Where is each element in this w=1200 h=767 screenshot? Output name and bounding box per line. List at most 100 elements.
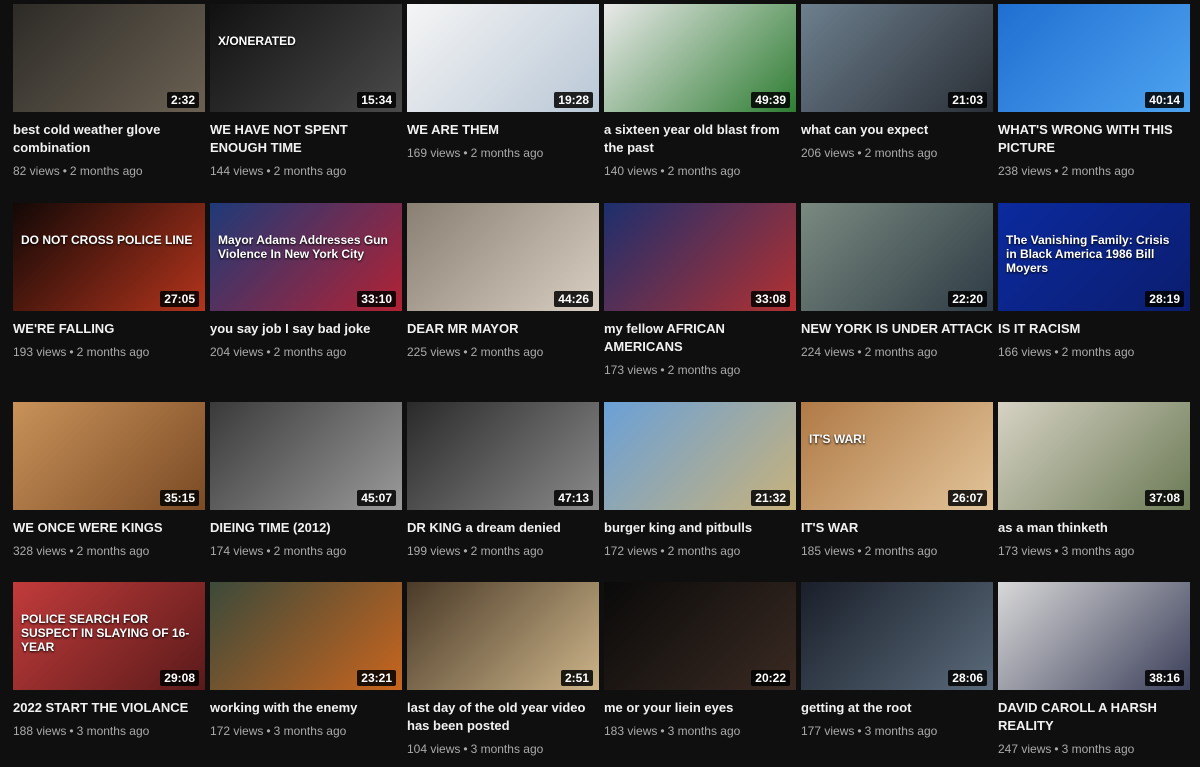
video-thumbnail[interactable]: 28:06 bbox=[801, 582, 993, 690]
video-title[interactable]: a sixteen year old blast from the past bbox=[604, 121, 796, 157]
video-card[interactable]: 49:39 a sixteen year old blast from the p… bbox=[604, 4, 796, 179]
upload-age: 2 months ago bbox=[470, 544, 544, 558]
video-meta: 144 views • 2 months ago bbox=[210, 163, 402, 179]
video-thumbnail[interactable]: 2:32 bbox=[13, 4, 205, 112]
video-title[interactable]: WE HAVE NOT SPENT ENOUGH TIME bbox=[210, 121, 402, 157]
video-thumbnail[interactable]: 23:21 bbox=[210, 582, 402, 690]
meta-separator: • bbox=[266, 164, 271, 178]
video-duration: 21:32 bbox=[751, 490, 790, 506]
video-title[interactable]: burger king and pitbulls bbox=[604, 519, 796, 537]
upload-age: 3 months ago bbox=[273, 724, 347, 738]
video-card[interactable]: 47:13 DR KING a dream denied 199 views • 2 m… bbox=[407, 402, 599, 559]
video-thumbnail[interactable]: 22:20 bbox=[801, 203, 993, 311]
video-card[interactable]: 23:21 working with the enemy 172 views • 3 m… bbox=[210, 582, 402, 739]
upload-age: 2 months ago bbox=[667, 164, 741, 178]
video-card[interactable]: POLICE SEARCH FOR SUSPECT IN SLAYING OF … bbox=[13, 582, 205, 739]
video-meta: 224 views • 2 months ago bbox=[801, 344, 993, 360]
video-title[interactable]: working with the enemy bbox=[210, 699, 402, 717]
video-card[interactable]: IT'S WAR! 26:07 IT'S WAR 185 views • 2 months… bbox=[801, 402, 993, 559]
video-thumbnail[interactable]: DO NOT CROSS POLICE LINE 27:05 bbox=[13, 203, 205, 311]
video-title[interactable]: me or your liein eyes bbox=[604, 699, 796, 717]
video-card[interactable]: 40:14 WHAT'S WRONG WITH THIS PICTURE 238 v… bbox=[998, 4, 1190, 179]
video-card[interactable]: X/ONERATED 15:34 WE HAVE NOT SPENT ENOUGH … bbox=[210, 4, 402, 179]
video-thumbnail[interactable]: 35:15 bbox=[13, 402, 205, 510]
video-thumbnail[interactable]: POLICE SEARCH FOR SUSPECT IN SLAYING OF … bbox=[13, 582, 205, 690]
video-title[interactable]: getting at the root bbox=[801, 699, 993, 717]
video-thumbnail[interactable]: 2:51 bbox=[407, 582, 599, 690]
video-title[interactable]: DEAR MR MAYOR bbox=[407, 320, 599, 338]
video-thumbnail[interactable]: X/ONERATED 15:34 bbox=[210, 4, 402, 112]
view-count: 225 views bbox=[407, 345, 461, 359]
video-meta: 188 views • 3 months ago bbox=[13, 723, 205, 739]
video-title[interactable]: as a man thinketh bbox=[998, 519, 1190, 537]
video-card[interactable]: 2:32 best cold weather glove combination 8… bbox=[13, 4, 205, 179]
meta-separator: • bbox=[857, 724, 862, 738]
upload-age: 2 months ago bbox=[470, 345, 544, 359]
video-card[interactable]: 33:08 my fellow AFRICAN AMERICANS 173 view… bbox=[604, 203, 796, 378]
video-thumbnail[interactable]: 44:26 bbox=[407, 203, 599, 311]
video-title[interactable]: WHAT'S WRONG WITH THIS PICTURE bbox=[998, 121, 1190, 157]
meta-separator: • bbox=[660, 544, 665, 558]
video-card[interactable]: The Vanishing Family: Crisis in Black Am… bbox=[998, 203, 1190, 360]
video-thumbnail[interactable]: 37:08 bbox=[998, 402, 1190, 510]
video-thumbnail[interactable]: 49:39 bbox=[604, 4, 796, 112]
video-title[interactable]: DIEING TIME (2012) bbox=[210, 519, 402, 537]
video-duration: 23:21 bbox=[357, 670, 396, 686]
video-title[interactable]: IT'S WAR bbox=[801, 519, 993, 537]
video-title[interactable]: what can you expect bbox=[801, 121, 993, 139]
video-card[interactable]: Mayor Adams Addresses Gun Violence In Ne… bbox=[210, 203, 402, 360]
upload-age: 3 months ago bbox=[864, 724, 938, 738]
video-meta: 206 views • 2 months ago bbox=[801, 145, 993, 161]
meta-separator: • bbox=[62, 164, 67, 178]
video-thumbnail[interactable]: 21:32 bbox=[604, 402, 796, 510]
video-card[interactable]: 28:06 getting at the root 177 views • 3 mont… bbox=[801, 582, 993, 739]
video-card[interactable]: 20:22 me or your liein eyes 183 views • 3 mo… bbox=[604, 582, 796, 739]
video-title[interactable]: last day of the old year video has been … bbox=[407, 699, 599, 735]
video-title[interactable]: you say job I say bad joke bbox=[210, 320, 402, 338]
video-thumbnail[interactable]: The Vanishing Family: Crisis in Black Am… bbox=[998, 203, 1190, 311]
video-thumbnail[interactable]: 47:13 bbox=[407, 402, 599, 510]
video-title[interactable]: NEW YORK IS UNDER ATTACK bbox=[801, 320, 993, 338]
video-thumbnail[interactable]: 45:07 bbox=[210, 402, 402, 510]
video-meta: 177 views • 3 months ago bbox=[801, 723, 993, 739]
video-card[interactable]: 37:08 as a man thinketh 173 views • 3 months… bbox=[998, 402, 1190, 559]
meta-separator: • bbox=[69, 345, 74, 359]
video-card[interactable]: 21:03 what can you expect 206 views • 2 mont… bbox=[801, 4, 993, 161]
video-thumbnail[interactable]: 38:16 bbox=[998, 582, 1190, 690]
video-card[interactable]: 19:28 WE ARE THEM 169 views • 2 months ago bbox=[407, 4, 599, 161]
video-thumbnail[interactable]: 40:14 bbox=[998, 4, 1190, 112]
video-title[interactable]: WE ONCE WERE KINGS bbox=[13, 519, 205, 537]
video-title[interactable]: 2022 START THE VIOLANCE bbox=[13, 699, 205, 717]
view-count: 247 views bbox=[998, 742, 1052, 756]
video-title[interactable]: WE ARE THEM bbox=[407, 121, 599, 139]
video-title[interactable]: IS IT RACISM bbox=[998, 320, 1190, 338]
video-thumbnail[interactable]: IT'S WAR! 26:07 bbox=[801, 402, 993, 510]
video-meta: 247 views • 3 months ago bbox=[998, 741, 1190, 757]
video-card[interactable]: 22:20 NEW YORK IS UNDER ATTACK 224 views • 2… bbox=[801, 203, 993, 360]
video-card[interactable]: 45:07 DIEING TIME (2012) 174 views • 2 month… bbox=[210, 402, 402, 559]
view-count: 173 views bbox=[604, 363, 658, 377]
view-count: 174 views bbox=[210, 544, 264, 558]
video-thumbnail[interactable]: 21:03 bbox=[801, 4, 993, 112]
video-card[interactable]: 2:51 last day of the old year video has b… bbox=[407, 582, 599, 757]
meta-separator: • bbox=[69, 724, 74, 738]
video-card[interactable]: 35:15 WE ONCE WERE KINGS 328 views • 2 month… bbox=[13, 402, 205, 559]
thumbnail-overlay-text: The Vanishing Family: Crisis in Black Am… bbox=[1006, 233, 1170, 275]
video-title[interactable]: best cold weather glove combination bbox=[13, 121, 205, 157]
video-meta: 204 views • 2 months ago bbox=[210, 344, 402, 360]
video-card[interactable]: 44:26 DEAR MR MAYOR 225 views • 2 months ago bbox=[407, 203, 599, 360]
video-card[interactable]: DO NOT CROSS POLICE LINE 27:05 WE'RE FALLI… bbox=[13, 203, 205, 360]
video-thumbnail[interactable]: Mayor Adams Addresses Gun Violence In Ne… bbox=[210, 203, 402, 311]
meta-separator: • bbox=[463, 345, 468, 359]
meta-separator: • bbox=[69, 544, 74, 558]
video-title[interactable]: DAVID CAROLL A HARSH REALITY bbox=[998, 699, 1190, 735]
video-card[interactable]: 21:32 burger king and pitbulls 172 views • 2… bbox=[604, 402, 796, 559]
video-title[interactable]: WE'RE FALLING bbox=[13, 320, 205, 338]
video-thumbnail[interactable]: 20:22 bbox=[604, 582, 796, 690]
view-count: 199 views bbox=[407, 544, 461, 558]
video-thumbnail[interactable]: 33:08 bbox=[604, 203, 796, 311]
video-title[interactable]: DR KING a dream denied bbox=[407, 519, 599, 537]
video-card[interactable]: 38:16 DAVID CAROLL A HARSH REALITY 247 vie… bbox=[998, 582, 1190, 757]
video-title[interactable]: my fellow AFRICAN AMERICANS bbox=[604, 320, 796, 356]
video-thumbnail[interactable]: 19:28 bbox=[407, 4, 599, 112]
